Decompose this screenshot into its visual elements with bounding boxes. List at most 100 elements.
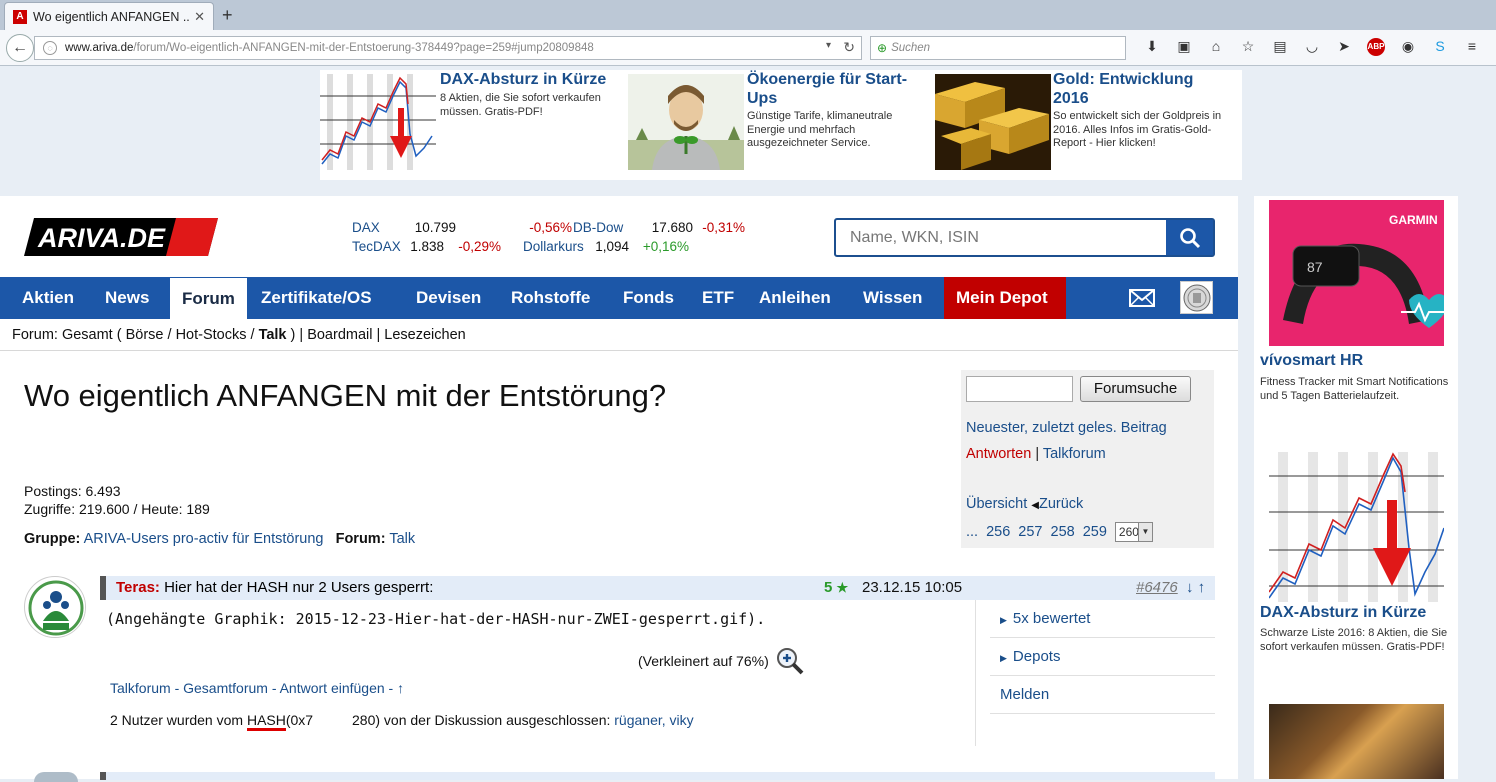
ticker-dollar-name[interactable]: Dollarkurs <box>523 237 595 256</box>
post-author-avatar[interactable] <box>24 576 86 638</box>
breadcrumb-prefix[interactable]: Forum: Gesamt ( Börse / Hot-Stocks / <box>12 327 259 343</box>
adblock-icon[interactable]: ABP <box>1367 38 1385 56</box>
hash-word: HASH <box>246 712 286 731</box>
ad-oeko-title[interactable]: Ökoenergie für Start-Ups <box>747 70 927 108</box>
ticker-dbdow-change: -0,31% <box>702 220 745 235</box>
ad-dax-title[interactable]: DAX-Absturz in Kürze <box>440 70 606 89</box>
ticker-tecdax-name[interactable]: TecDAX <box>352 237 408 256</box>
talkforum-link[interactable]: Talkforum <box>1043 446 1106 462</box>
dropdown-icon[interactable]: ▾ <box>826 40 831 51</box>
nav-etf[interactable]: ETF <box>690 277 746 319</box>
nav-fonds[interactable]: Fonds <box>611 277 686 319</box>
youtube-icon[interactable]: ▣ <box>1168 38 1200 56</box>
browser-tab[interactable]: A Wo eigentlich ANFANGEN ... ✕ <box>4 2 214 30</box>
download-icon[interactable]: ⬇ <box>1136 38 1168 56</box>
browser-tabbar: A Wo eigentlich ANFANGEN ... ✕ + <box>0 0 1496 30</box>
browser-navbar: ← ◌ www.ariva.de /forum/Wo-eigentlich-AN… <box>0 30 1496 66</box>
excluded-mid: (0x7 <box>285 712 317 728</box>
tab-title: Wo eigentlich ANFANGEN ... <box>33 9 191 24</box>
post-footer-links[interactable]: Talkforum - Gesamtforum - Antwort einfüg… <box>110 680 404 696</box>
nav-devisen[interactable]: Devisen <box>404 277 493 319</box>
coin-avatar-icon <box>1183 284 1210 311</box>
post-author[interactable]: Teras: <box>116 579 160 596</box>
zoom-in-icon[interactable] <box>775 646 805 676</box>
home-icon[interactable]: ⌂ <box>1200 38 1232 56</box>
depots-link[interactable]: ▶ Depots <box>990 638 1215 676</box>
post-nav-arrows[interactable]: ↓ ↑ <box>1186 576 1205 600</box>
post-actions: ▶ 5x bewertet ▶ Depots Melden <box>990 600 1215 714</box>
dax-crash-chart-image[interactable] <box>1269 452 1444 602</box>
ticker-dax-name[interactable]: DAX <box>352 218 408 237</box>
mail-icon[interactable] <box>1129 289 1155 307</box>
ad-oekoenergie[interactable]: Ökoenergie für Start-Ups Günstige Tarife… <box>628 70 934 180</box>
page-link[interactable]: 258 <box>1051 524 1075 540</box>
back-link[interactable]: Zurück <box>1039 496 1083 512</box>
report-link[interactable]: Melden <box>990 676 1215 714</box>
overview-row: Übersicht ◀Zurück <box>966 496 1083 512</box>
garmin-product-title[interactable]: vívosmart HR <box>1260 352 1363 370</box>
gold-bars-image <box>935 74 1051 170</box>
search-placeholder: Suchen <box>891 42 931 54</box>
ad-gold-text: So entwickelt sich der Goldpreis in 2016… <box>1053 110 1222 149</box>
answer-link[interactable]: Antworten <box>966 446 1031 462</box>
forum-link[interactable]: Talk <box>389 531 415 547</box>
ad-dax-text: 8 Aktien, die Sie sofort verkaufen müsse… <box>440 92 601 118</box>
dax-ad-title[interactable]: DAX-Absturz in Kürze <box>1260 604 1426 622</box>
nav-forum[interactable]: Forum <box>169 277 248 319</box>
back-arrow-icon[interactable]: ← <box>6 34 34 62</box>
forum-search-button[interactable]: Forumsuche <box>1080 376 1191 402</box>
reading-list-icon[interactable]: ▤ <box>1264 38 1296 56</box>
ad-dax[interactable]: DAX-Absturz in Kürze 8 Aktien, die Sie s… <box>320 70 626 180</box>
pocket-icon[interactable]: ◡ <box>1296 38 1328 56</box>
browser-search-input[interactable]: ⊕ Suchen <box>870 36 1126 60</box>
bookmark-star-icon[interactable]: ☆ <box>1232 38 1264 56</box>
triangle-right-icon: ▶ <box>1000 615 1007 625</box>
reload-icon[interactable]: ↻ <box>843 39 855 56</box>
back-triangle-icon: ◀ <box>1031 500 1039 511</box>
rated-link[interactable]: ▶ 5x bewertet <box>990 600 1215 638</box>
ad-photo-image[interactable] <box>1269 704 1444 779</box>
excluded-users-note: 2 Nutzer wurden vom HASH(0x7 280) von de… <box>110 712 694 731</box>
ad-banner[interactable]: DAX-Absturz in Kürze 8 Aktien, die Sie s… <box>320 70 1242 180</box>
thread-title: Wo eigentlich ANFANGEN mit der Entstörun… <box>24 378 667 413</box>
site-search-button[interactable] <box>1166 220 1213 255</box>
skype-icon[interactable]: S <box>1424 38 1456 56</box>
user-avatar[interactable] <box>1180 281 1213 314</box>
nav-mein-depot[interactable]: Mein Depot <box>944 277 1066 319</box>
ariva-logo[interactable]: ARIVA.DE <box>24 218 218 256</box>
nav-wissen[interactable]: Wissen <box>851 277 934 319</box>
page-link[interactable]: 259 <box>1083 524 1107 540</box>
site-search-input[interactable] <box>836 220 1166 255</box>
pagination-ellipsis: ... <box>966 524 979 540</box>
newest-post-link[interactable]: Neuester, zuletzt geles. Beitrag <box>966 420 1167 436</box>
nav-rohstoffe[interactable]: Rohstoffe <box>499 277 602 319</box>
excluded-users-links[interactable]: rüganer, viky <box>614 712 693 728</box>
redacted-text <box>317 712 348 728</box>
menu-icon[interactable]: ≡ <box>1456 38 1488 56</box>
gruppe-link[interactable]: ARIVA-Users pro-activ für Entstörung <box>84 531 324 547</box>
forum-search-input[interactable] <box>966 376 1073 402</box>
post-number[interactable]: #6476 <box>1136 576 1178 600</box>
breadcrumb-current[interactable]: Talk <box>259 327 287 343</box>
url-bar[interactable]: ◌ www.ariva.de /forum/Wo-eigentlich-ANFA… <box>34 36 862 60</box>
next-post-avatar <box>34 772 78 782</box>
answer-row: Antworten | Talkforum <box>966 446 1106 462</box>
page-link[interactable]: 257 <box>1018 524 1042 540</box>
send-icon[interactable]: ➤ <box>1328 38 1360 56</box>
new-tab-icon[interactable]: + <box>222 5 233 26</box>
ticker-dbdow-name[interactable]: DB-Dow <box>573 218 643 237</box>
ad-gold[interactable]: Gold: Entwicklung 2016 So entwickelt sic… <box>935 70 1242 180</box>
forum-sidebox: Forumsuche Neuester, zuletzt geles. Beit… <box>961 370 1214 548</box>
nav-anleihen[interactable]: Anleihen <box>747 277 843 319</box>
garmin-ad-image[interactable]: GARMIN 87 <box>1269 200 1449 346</box>
nav-aktien[interactable]: Aktien <box>10 277 86 319</box>
nav-news[interactable]: News <box>93 277 161 319</box>
ad-gold-title[interactable]: Gold: Entwicklung 2016 <box>1053 70 1233 108</box>
nav-zertifikate[interactable]: Zertifikate/OS <box>249 277 384 319</box>
page-link[interactable]: 256 <box>986 524 1010 540</box>
page-select[interactable]: 260 ▼ <box>1114 522 1153 542</box>
overview-link[interactable]: Übersicht <box>966 496 1027 512</box>
chat-icon[interactable]: ◉ <box>1392 38 1424 56</box>
close-icon[interactable]: ✕ <box>194 9 205 25</box>
breadcrumb-suffix[interactable]: ) | Boardmail | Lesezeichen <box>287 327 466 343</box>
